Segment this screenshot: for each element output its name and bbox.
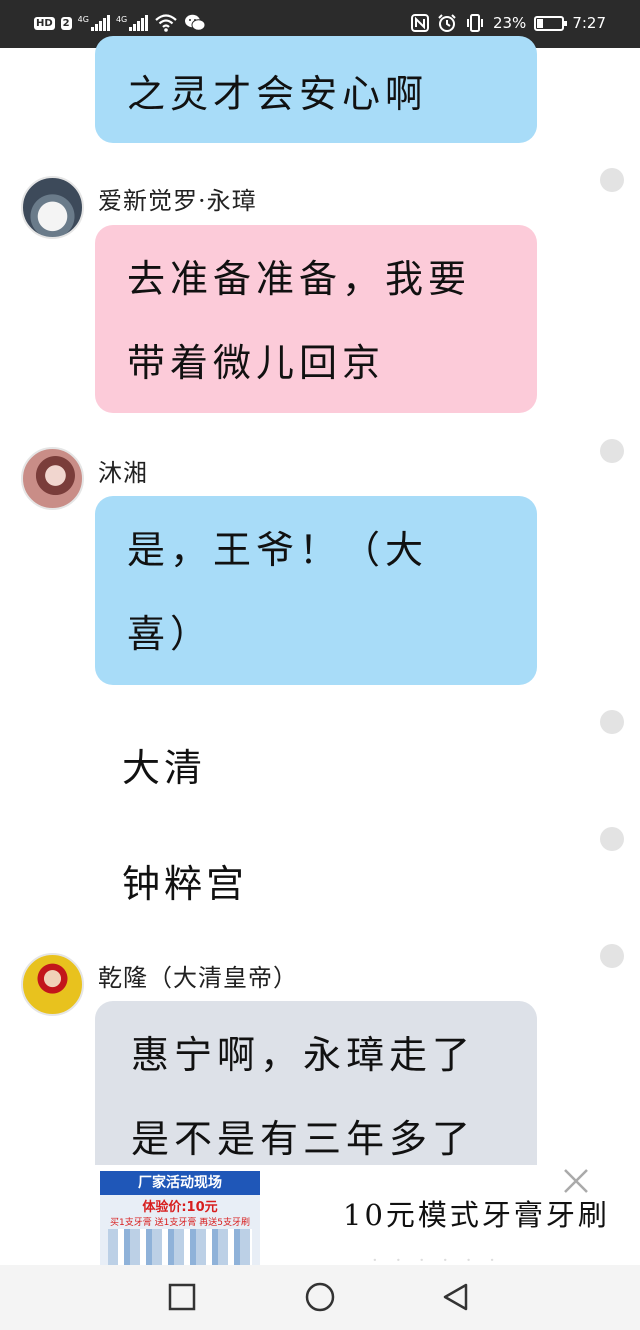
status-right: 23% 7:27 — [410, 13, 606, 33]
hd-icon: HD — [34, 16, 55, 30]
sender-name: 爱新觉罗·永璋 — [98, 187, 257, 215]
sender-name: 乾隆（大清皇帝） — [98, 964, 298, 992]
recent-apps-icon[interactable] — [166, 1281, 198, 1313]
home-icon[interactable] — [304, 1281, 336, 1313]
avatar[interactable] — [21, 953, 84, 1016]
narration-text: 钟粹宫 — [122, 862, 249, 906]
nfc-icon — [410, 14, 429, 32]
message-line: 之灵才会安心啊 — [127, 72, 429, 116]
status-dot[interactable] — [600, 944, 624, 968]
sender-name: 沐湘 — [98, 459, 148, 487]
message-bubble[interactable]: 是，王爷！（大 喜） — [95, 496, 537, 685]
ad-image-price: 体验价:10元 — [142, 1200, 218, 1215]
message-line: 去准备准备，我要 — [127, 257, 472, 301]
network-type: 4G — [115, 15, 128, 24]
ad-title[interactable]: 10元模式牙膏牙刷 — [343, 1192, 610, 1234]
message-line: 惠宁啊，永璋走了 — [131, 1033, 476, 1077]
battery-icon — [534, 15, 568, 31]
narration-text: 大清 — [122, 746, 207, 790]
battery-level — [537, 18, 544, 28]
message-line: 喜） — [127, 612, 214, 656]
signal-icon: 4G — [78, 15, 110, 31]
back-icon[interactable] — [440, 1281, 472, 1313]
ad-image-header: 厂家活动现场 — [100, 1171, 260, 1195]
avatar[interactable] — [21, 176, 84, 239]
message-line: 是，王爷！（大 — [127, 528, 429, 572]
clock: 7:27 — [572, 14, 606, 32]
product-graphic — [108, 1229, 252, 1265]
ad-image[interactable]: 厂家活动现场 体验价:10元 买1支牙膏 送1支牙膏 再送5支牙刷 — [100, 1171, 260, 1265]
message-bubble[interactable]: 去准备准备，我要 带着微儿回京 — [95, 225, 537, 413]
wechat-icon — [185, 14, 206, 31]
network-type: 4G — [77, 15, 89, 24]
alarm-icon — [438, 14, 456, 32]
ad-image-subtitle: 买1支牙膏 送1支牙膏 再送5支牙刷 — [110, 1218, 250, 1228]
message-bubble[interactable]: 之灵才会安心啊 — [95, 36, 537, 143]
ad-banner[interactable]: 厂家活动现场 体验价:10元 买1支牙膏 送1支牙膏 再送5支牙刷 10元模式牙… — [0, 1165, 640, 1271]
battery-percent: 23% — [492, 14, 527, 32]
status-dot[interactable] — [600, 168, 624, 192]
navigation-bar — [0, 1265, 640, 1330]
avatar[interactable] — [21, 447, 84, 510]
sim-slot-icon: 2 — [60, 16, 72, 30]
close-icon[interactable] — [560, 1165, 592, 1197]
status-dot[interactable] — [600, 710, 624, 734]
wifi-icon — [155, 14, 177, 32]
message-line: 带着微儿回京 — [127, 341, 386, 385]
status-dot[interactable] — [600, 439, 624, 463]
status-left: HD 2 4G 4G — [34, 13, 206, 33]
status-dot[interactable] — [600, 827, 624, 851]
signal-icon: 4G — [115, 15, 149, 31]
vibrate-icon — [466, 14, 483, 32]
